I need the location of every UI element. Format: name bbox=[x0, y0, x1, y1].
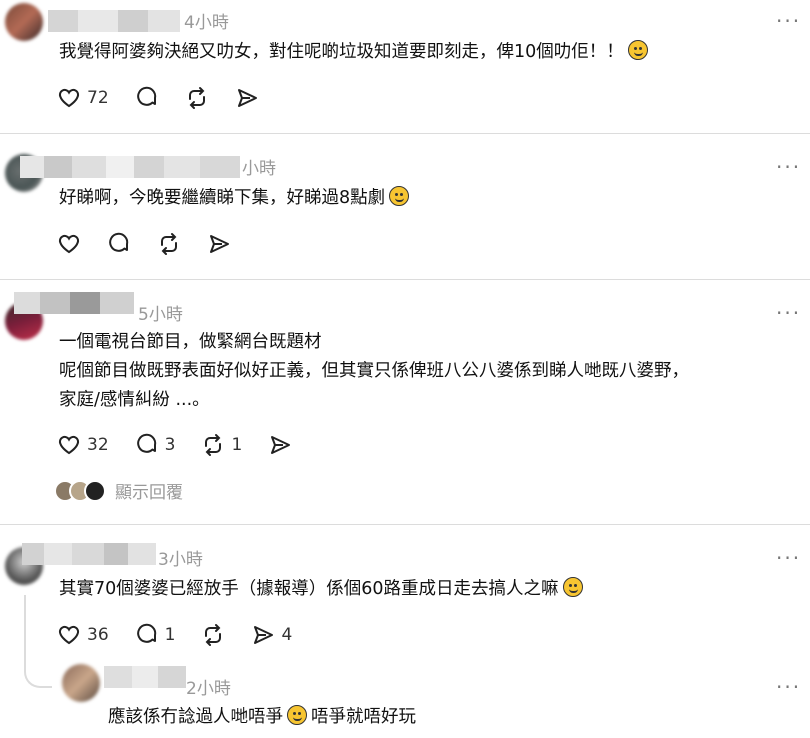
repost-button[interactable] bbox=[185, 86, 209, 110]
comment-text: 我覺得阿婆夠決絕又叻女，對住呢啲垃圾知道要即刻走，俾10個叻佢！！ bbox=[59, 38, 648, 67]
post-time: 5小時 bbox=[138, 305, 183, 325]
post-time: 小時 bbox=[242, 159, 276, 179]
comment-text-line-1: 一個電視台節目，做緊網台既題材 bbox=[59, 332, 322, 352]
share-icon bbox=[254, 626, 274, 644]
action-bar bbox=[57, 231, 257, 257]
comment-button[interactable] bbox=[135, 86, 159, 110]
comment-button[interactable]: 3 bbox=[135, 433, 176, 457]
username-blurred[interactable] bbox=[48, 10, 180, 32]
smile-emoji-icon bbox=[627, 40, 648, 60]
repost-button[interactable] bbox=[157, 232, 181, 256]
more-options-icon[interactable]: ··· bbox=[776, 548, 801, 568]
show-replies-label: 顯示回覆 bbox=[115, 483, 183, 503]
comment-text-line-2: 呢個節目做既野表面好似好正義，但其實只係俾班八公八婆係到睇人哋既八婆野， bbox=[59, 361, 689, 381]
action-bar: 72 bbox=[57, 85, 285, 111]
reply-time: 2小時 bbox=[186, 679, 231, 699]
action-bar: 36 1 4 bbox=[57, 622, 318, 648]
more-options-icon[interactable]: ··· bbox=[776, 11, 801, 31]
repost-icon bbox=[205, 624, 222, 646]
comment-icon bbox=[136, 623, 156, 643]
share-button[interactable] bbox=[207, 232, 231, 256]
heart-icon bbox=[58, 435, 80, 455]
action-bar: 32 3 1 bbox=[57, 432, 318, 458]
avatar[interactable] bbox=[5, 3, 43, 41]
like-count: 72 bbox=[87, 88, 109, 108]
comment-icon bbox=[136, 433, 156, 453]
share-button[interactable] bbox=[235, 86, 259, 110]
heart-icon bbox=[58, 88, 80, 108]
grin-emoji-icon bbox=[287, 705, 307, 725]
comment-post-1: 4小時 ··· 我覺得阿婆夠決絕又叻女，對住呢啲垃圾知道要即刻走，俾10個叻佢！… bbox=[0, 0, 810, 133]
thinking-emoji-icon bbox=[562, 577, 583, 597]
like-button[interactable] bbox=[57, 232, 81, 256]
more-options-icon[interactable]: ··· bbox=[776, 303, 801, 323]
comment-text: 其實70個婆婆已經放手（據報導）係個60路重成日走去搞人之嘛 bbox=[59, 575, 583, 604]
share-count: 4 bbox=[281, 625, 293, 645]
repost-icon bbox=[188, 87, 205, 109]
username-blurred[interactable] bbox=[22, 543, 156, 565]
like-count: 32 bbox=[87, 435, 109, 455]
comment-button[interactable]: 1 bbox=[135, 623, 176, 647]
post-time: 4小時 bbox=[184, 13, 229, 33]
reply-avatar[interactable] bbox=[62, 664, 100, 702]
more-options-icon[interactable]: ··· bbox=[776, 157, 801, 177]
thread-connector bbox=[24, 595, 52, 688]
share-button[interactable]: 4 bbox=[251, 623, 292, 647]
more-options-icon[interactable]: ··· bbox=[776, 677, 801, 697]
comment-text: 好睇啊，今晚要繼續睇下集，好睇過8點劇 bbox=[59, 184, 410, 213]
comment-count: 1 bbox=[164, 625, 176, 645]
post-time: 3小時 bbox=[158, 550, 203, 570]
repost-button[interactable]: 1 bbox=[201, 433, 242, 457]
comment-icon bbox=[136, 86, 156, 106]
laugh-emoji-icon bbox=[389, 186, 410, 206]
comment-button[interactable] bbox=[107, 232, 131, 256]
share-icon bbox=[210, 235, 229, 253]
repost-icon bbox=[205, 434, 222, 456]
repost-count: 1 bbox=[231, 435, 243, 455]
like-button[interactable]: 32 bbox=[57, 433, 109, 457]
share-button[interactable] bbox=[268, 433, 292, 457]
comment-icon bbox=[109, 232, 129, 252]
like-button[interactable]: 72 bbox=[57, 86, 109, 110]
username-blurred[interactable] bbox=[20, 156, 240, 178]
show-replies-link[interactable]: 顯示回覆 bbox=[54, 478, 183, 503]
like-count: 36 bbox=[87, 625, 109, 645]
repost-button[interactable] bbox=[201, 623, 225, 647]
comment-count: 3 bbox=[164, 435, 176, 455]
reply-text: 應該係冇諗過人哋唔爭 唔爭就唔好玩 bbox=[108, 705, 416, 727]
heart-icon bbox=[58, 234, 80, 254]
username-blurred[interactable] bbox=[104, 666, 186, 688]
username-blurred[interactable] bbox=[14, 292, 134, 314]
like-button[interactable]: 36 bbox=[57, 623, 109, 647]
comment-post-4: 3小時 ··· 其實70個婆婆已經放手（據報導）係個60路重成日走去搞人之嘛 3… bbox=[0, 525, 810, 665]
repost-icon bbox=[161, 233, 177, 255]
heart-icon bbox=[58, 625, 80, 645]
comment-post-2: 小時 ··· 好睇啊，今晚要繼續睇下集，好睇過8點劇 bbox=[0, 134, 810, 279]
share-icon bbox=[271, 436, 291, 454]
comment-feed: 4小時 ··· 我覺得阿婆夠決絕又叻女，對住呢啲垃圾知道要即刻走，俾10個叻佢！… bbox=[0, 0, 810, 738]
comment-text-line-3: 家庭/感情糾紛 ...。 bbox=[59, 390, 210, 410]
reply-avatar bbox=[84, 479, 106, 502]
share-icon bbox=[237, 89, 257, 107]
